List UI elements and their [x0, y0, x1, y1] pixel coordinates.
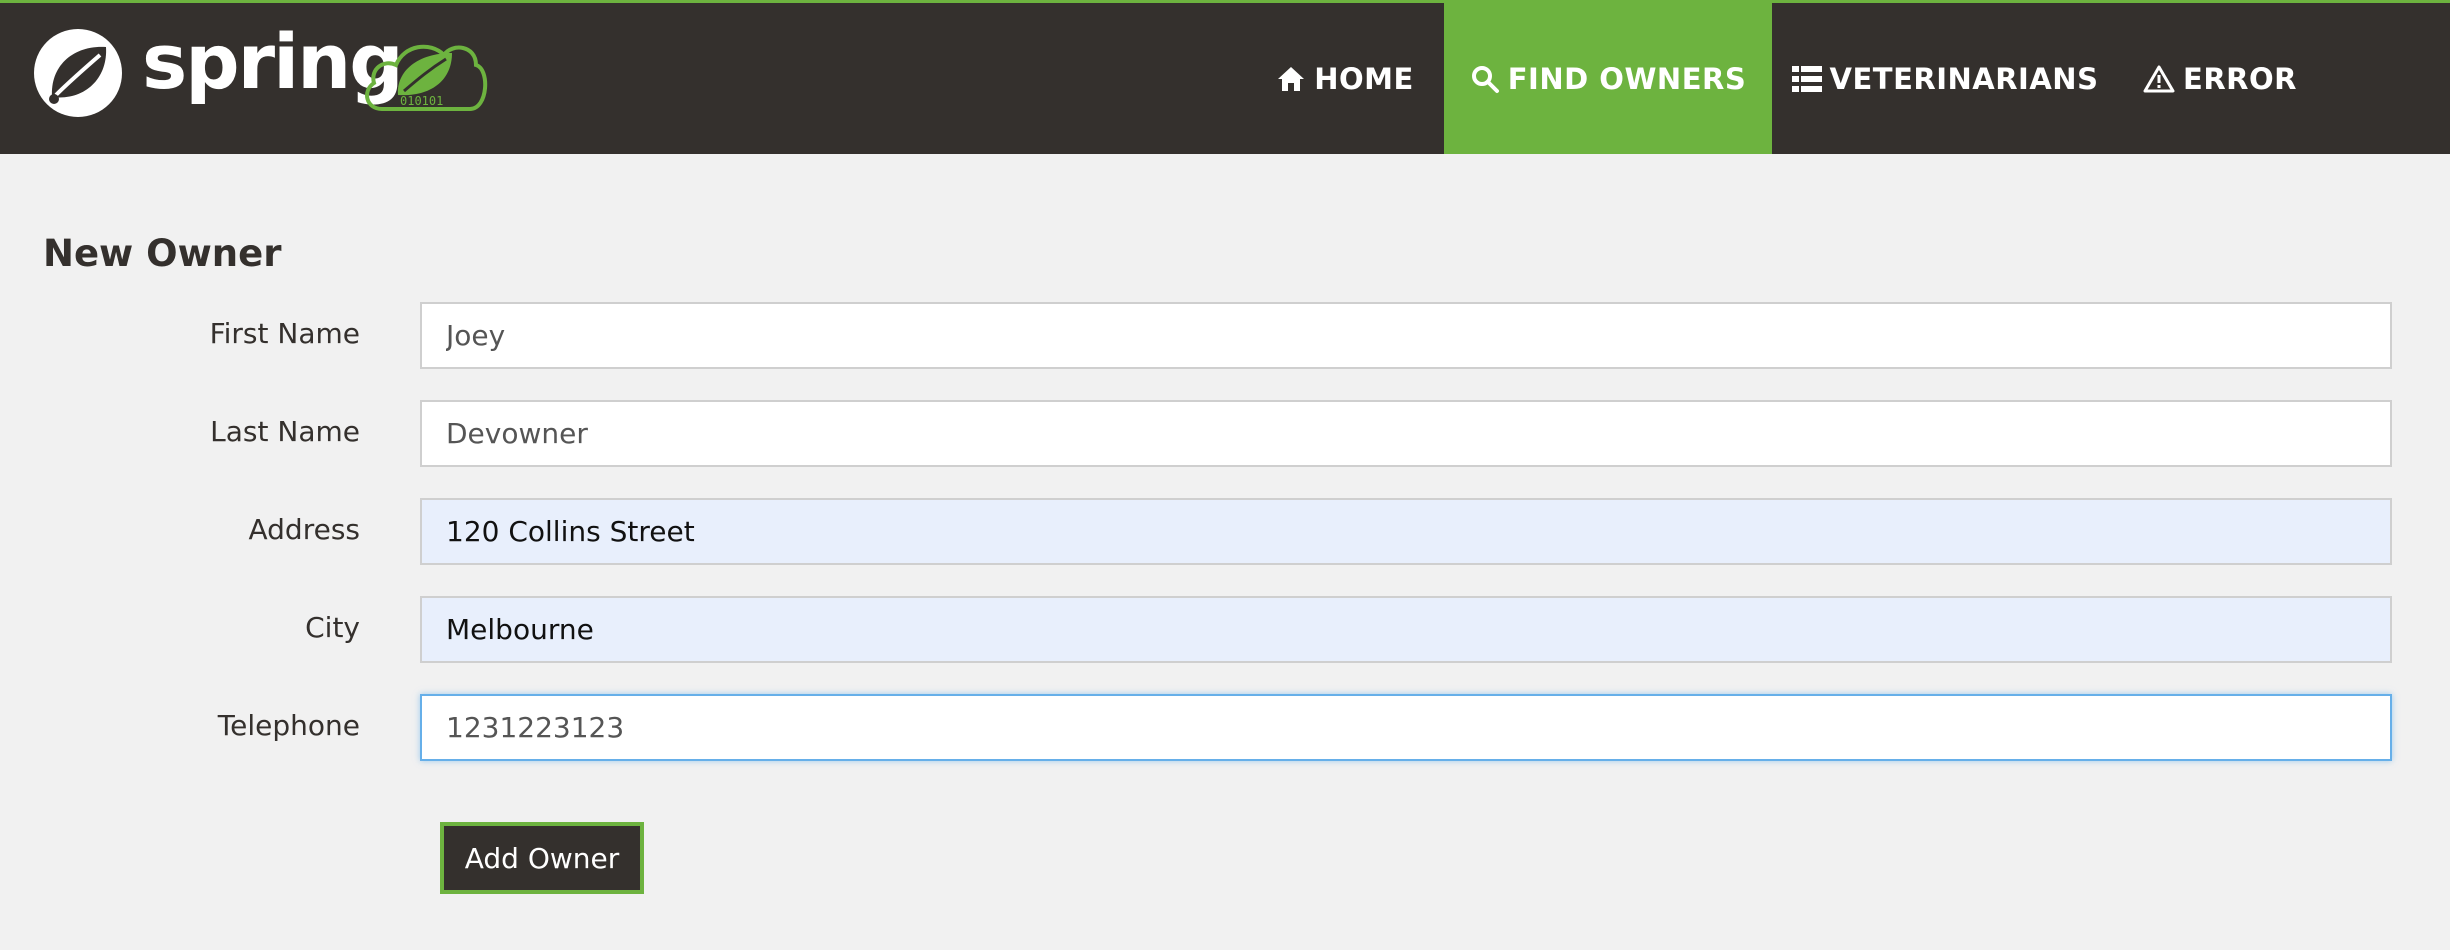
nav-home[interactable]: HOME: [1260, 3, 1430, 154]
home-icon: [1278, 66, 1305, 91]
city-input[interactable]: [420, 596, 2392, 663]
navbar: spring 010101 HOME FIND OWNERS VETERINAR…: [0, 0, 2450, 154]
last-name-label: Last Name: [210, 415, 360, 448]
badge-digits: 010101: [400, 94, 443, 108]
city-label: City: [305, 611, 360, 644]
first-name-input[interactable]: [420, 302, 2392, 369]
address-input[interactable]: [420, 498, 2392, 565]
add-owner-button[interactable]: Add Owner: [440, 822, 644, 894]
nav-find-owners-label: FIND OWNERS: [1507, 61, 1747, 96]
spring-leaf-icon: [34, 29, 122, 117]
first-name-label: First Name: [209, 317, 360, 350]
cloud-badge-icon: 010101: [365, 44, 488, 111]
page-title: New Owner: [43, 232, 282, 275]
brand-logo[interactable]: spring 010101: [30, 17, 500, 123]
last-name-input[interactable]: [420, 400, 2392, 467]
nav-veterinarians[interactable]: VETERINARIANS: [1790, 3, 2100, 154]
nav-find-owners[interactable]: FIND OWNERS: [1444, 3, 1772, 154]
search-icon: [1471, 65, 1499, 93]
telephone-input[interactable]: [420, 694, 2392, 761]
list-icon: [1791, 65, 1822, 92]
nav-home-label: HOME: [1314, 61, 1414, 96]
nav-error-label: ERROR: [2183, 61, 2297, 96]
address-label: Address: [248, 513, 360, 546]
warning-icon: [2143, 65, 2175, 92]
nav-veterinarians-label: VETERINARIANS: [1829, 61, 2099, 96]
telephone-label: Telephone: [217, 709, 360, 742]
nav-error[interactable]: ERROR: [2120, 3, 2320, 154]
